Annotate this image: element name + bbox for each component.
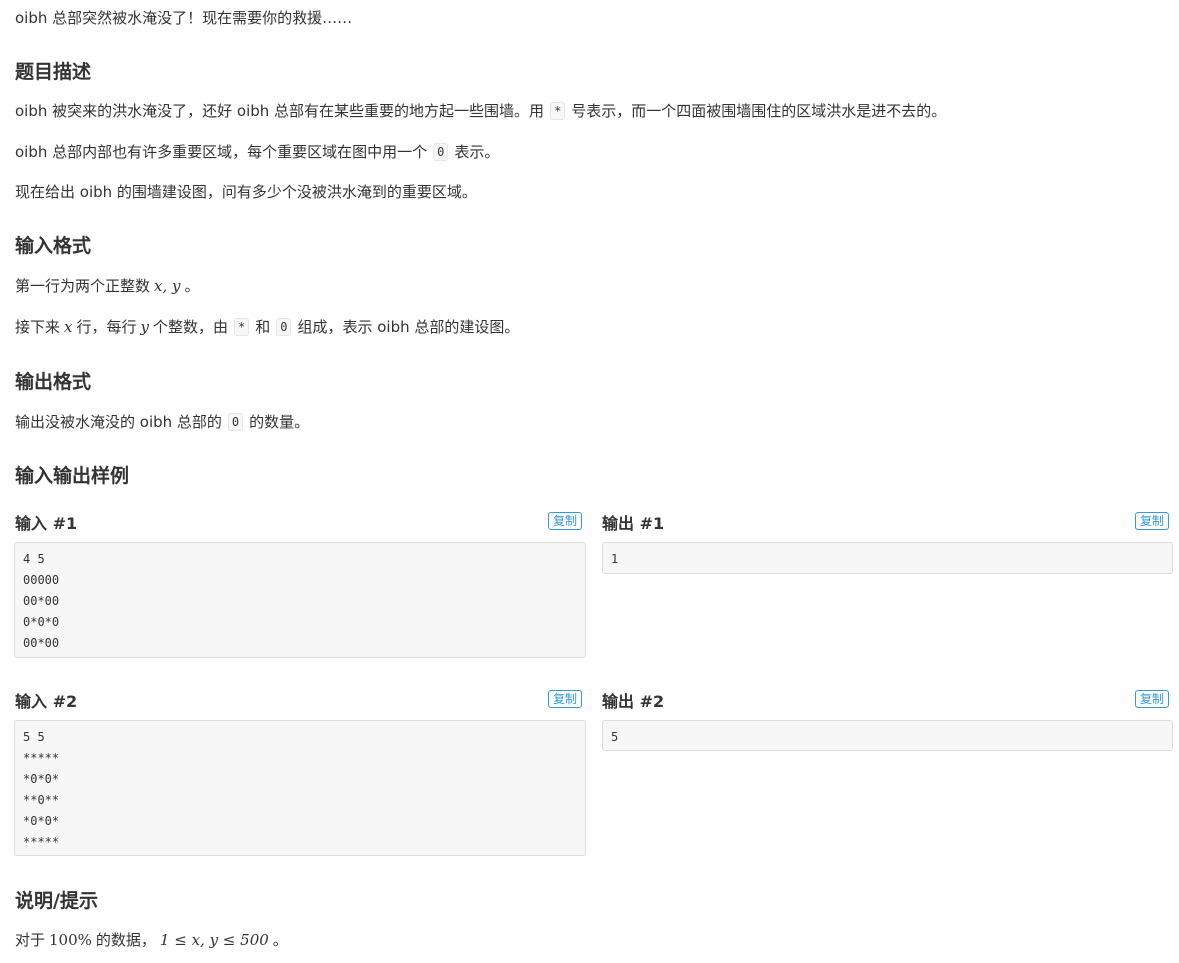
sample-2-input-box[interactable]: 5 5 ***** *0*0* **0** *0*0* *****	[14, 720, 586, 856]
asterisk-code: *	[234, 318, 250, 336]
sample-1-input-box[interactable]: 4 5 00000 00*00 0*0*0 00*00	[14, 542, 586, 658]
description-paragraph-3: 现在给出 oibh 的围墙建设图，问有多少个没被洪水淹到的重要区域。	[15, 183, 477, 201]
zero-code: 0	[276, 318, 292, 336]
sample-2-input-label: 输入 #2	[15, 692, 78, 711]
input-format-p2-text-b: 行，每行	[76, 318, 137, 336]
copy-sample-2-input-button[interactable]: 复制	[548, 690, 583, 708]
sample-1-output-label: 输出 #1	[602, 514, 665, 533]
intro-text: oibh 总部突然被水淹没了！现在需要你的救援……	[15, 9, 353, 27]
zero-code: 0	[433, 143, 449, 161]
hint-p1-text-c: 。	[272, 931, 288, 949]
description-p2-text-a: oibh 总部内部也有许多重要区域，每个重要区域在图中用一个	[15, 143, 428, 161]
sample-2-output-label: 输出 #2	[602, 692, 665, 711]
input-format-p1-text-b: 。	[184, 277, 200, 295]
output-format-paragraph-1: 输出没被水淹没的 oibh 总部的 0 的数量。	[15, 412, 309, 432]
sample-1-input-label: 输入 #1	[15, 514, 78, 533]
input-format-p2-text-c: 个整数，由	[152, 318, 228, 336]
hint-p1-text-b: 的数据，	[95, 931, 156, 949]
description-p2-text-b: 表示。	[454, 143, 500, 161]
hint-heading: 说明/提示	[15, 890, 98, 912]
hint-paragraph-1: 对于 100% 的数据， 1 ≤ x, y ≤ 500。	[15, 930, 288, 950]
zero-code: 0	[227, 413, 244, 431]
description-paragraph-1: oibh 被突来的洪水淹没了，还好 oibh 总部有在某些重要的地方起一些围墙。…	[15, 101, 946, 121]
hint-p1-text-a: 对于	[15, 931, 46, 949]
math-range: 1 ≤ x, y ≤ 500	[159, 931, 269, 949]
copy-sample-1-output-button[interactable]: 复制	[1135, 512, 1170, 530]
math-y: y	[140, 318, 149, 336]
description-heading: 题目描述	[15, 61, 92, 83]
input-format-heading: 输入格式	[15, 235, 92, 257]
input-format-p2-text-a: 接下来	[15, 318, 61, 336]
description-p1-text-a: oibh 被突来的洪水淹没了，还好 oibh 总部有在某些重要的地方起一些围墙。…	[15, 102, 545, 120]
input-format-p2-text-d: 和	[255, 318, 271, 336]
input-format-paragraph-1: 第一行为两个正整数 x, y。	[15, 276, 200, 296]
output-format-heading: 输出格式	[15, 371, 92, 393]
math-x: x	[64, 318, 73, 336]
asterisk-code: *	[550, 102, 566, 120]
samples-heading: 输入输出样例	[15, 465, 130, 487]
input-format-paragraph-2: 接下来 x 行，每行 y 个整数，由 * 和 0 组成，表示 oibh 总部的建设图。	[15, 317, 519, 337]
input-format-p2-text-e: 组成，表示 oibh 总部的建设图。	[297, 318, 520, 336]
description-paragraph-2: oibh 总部内部也有许多重要区域，每个重要区域在图中用一个 0 表示。	[15, 142, 499, 162]
copy-sample-2-output-button[interactable]: 复制	[1135, 690, 1170, 708]
description-p1-text-b: 号表示，而一个四面被围墙围住的区域洪水是进不去的。	[571, 102, 947, 120]
sample-2-output-box[interactable]: 5	[602, 720, 1173, 751]
output-format-p1-text-b: 的数量。	[249, 413, 310, 431]
copy-sample-1-input-button[interactable]: 复制	[548, 512, 583, 530]
sample-1-output-box[interactable]: 1	[602, 542, 1173, 574]
input-format-p1-text-a: 第一行为两个正整数	[15, 277, 151, 295]
math-x-y: x, y	[154, 277, 181, 295]
output-format-p1-text-a: 输出没被水淹没的 oibh 总部的	[15, 413, 222, 431]
math-percent: 100%	[49, 931, 92, 949]
